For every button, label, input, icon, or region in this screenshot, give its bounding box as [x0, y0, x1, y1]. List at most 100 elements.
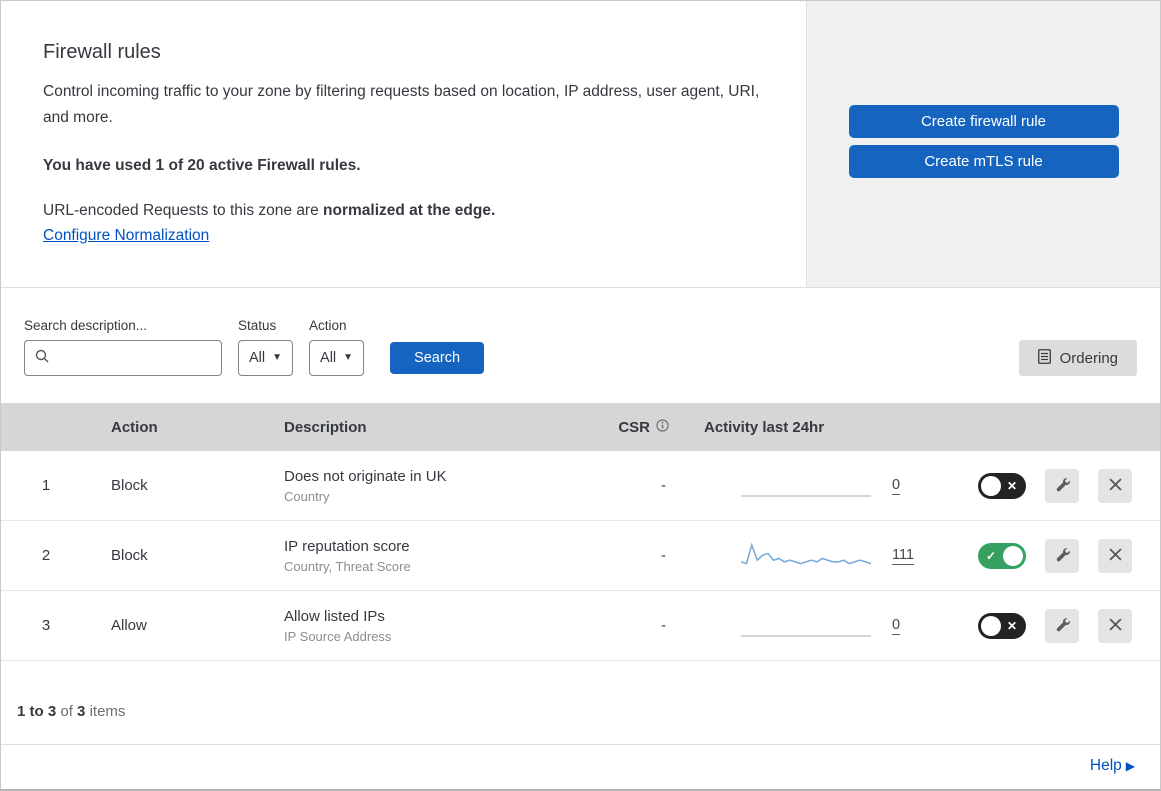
- help-label: Help: [1089, 757, 1122, 774]
- close-icon: [1108, 547, 1122, 564]
- close-icon: [1108, 617, 1122, 634]
- column-csr-label: CSR: [618, 418, 650, 436]
- ordering-button-label: Ordering: [1059, 349, 1118, 367]
- edit-rule-button[interactable]: [1045, 538, 1079, 573]
- list-document-icon: [1037, 348, 1051, 368]
- usage-text: You have used 1 of 20 active Firewall ru…: [43, 156, 361, 174]
- rule-activity-cell: 0: [681, 611, 931, 641]
- rule-enable-toggle[interactable]: ✓: [978, 542, 1026, 569]
- rule-number: 2: [41, 547, 51, 564]
- items-label: items: [89, 703, 126, 720]
- info-icon[interactable]: [656, 418, 669, 436]
- configure-normalization-link[interactable]: Configure Normalization: [43, 227, 209, 244]
- wrench-icon: [1055, 477, 1070, 495]
- status-label: Status: [238, 318, 277, 333]
- table-row: 3 Allow Allow listed IPs IP Source Addre…: [1, 591, 1160, 661]
- chevron-down-icon: ▼: [272, 352, 283, 363]
- rule-fields: Country: [284, 488, 330, 504]
- action-label: Action: [309, 318, 347, 333]
- activity-count-link[interactable]: 0: [892, 616, 901, 636]
- page-title: Firewall rules: [43, 41, 161, 63]
- rule-description: IP reputation score: [284, 537, 410, 555]
- normalization-prefix: URL-encoded Requests to this zone are: [43, 201, 319, 219]
- rule-action: Block: [111, 477, 148, 494]
- wrench-icon: [1055, 547, 1070, 565]
- activity-count-link[interactable]: 111: [892, 546, 915, 566]
- rule-description-cell: Does not originate in UK Country: [266, 468, 591, 504]
- column-activity: Activity last 24hr: [704, 418, 825, 436]
- toggle-state-icon: ✕: [1006, 478, 1017, 493]
- table-row: 1 Block Does not originate in UK Country…: [1, 451, 1160, 521]
- rule-fields: IP Source Address: [284, 628, 392, 644]
- action-dropdown-value: All: [320, 350, 337, 366]
- table-header: Action Description CSR Activity last 24h…: [1, 403, 1160, 451]
- help-link[interactable]: Help ▶: [1090, 757, 1135, 774]
- rule-activity-cell: 111: [681, 541, 931, 571]
- rule-controls: ✕: [931, 468, 1160, 503]
- delete-rule-button[interactable]: [1098, 538, 1132, 573]
- action-dropdown[interactable]: All ▼: [309, 340, 365, 376]
- activity-count-link[interactable]: 0: [892, 476, 901, 496]
- toggle-state-icon: ✓: [986, 548, 997, 563]
- search-label: Search description...: [24, 318, 148, 333]
- create-firewall-rule-button[interactable]: Create firewall rule: [848, 105, 1119, 138]
- firewall-rules-page: Firewall rules Control incoming traffic …: [0, 0, 1161, 791]
- status-dropdown-value: All: [249, 350, 266, 366]
- rule-csr: -: [661, 617, 666, 634]
- status-filter-group: Status All ▼: [238, 318, 294, 376]
- column-action: Action: [111, 418, 158, 436]
- rule-action: Block: [111, 547, 148, 564]
- rule-enable-toggle[interactable]: ✕: [978, 472, 1026, 499]
- normalization-bold: normalized at the edge.: [323, 201, 496, 219]
- items-count: 1 to 3 of 3 items: [1, 661, 1160, 740]
- column-csr: CSR: [591, 419, 681, 436]
- filter-bar: Search description... Status All ▼ Actio…: [1, 288, 1160, 403]
- search-group: Search description...: [24, 318, 222, 376]
- summary-section: Firewall rules Control incoming traffic …: [1, 1, 1160, 288]
- rule-controls: ✓: [931, 538, 1160, 573]
- toggle-knob: [981, 475, 1001, 496]
- rule-csr: -: [661, 477, 666, 494]
- delete-rule-button[interactable]: [1098, 608, 1132, 643]
- activity-sparkline: [741, 494, 871, 497]
- rule-csr: -: [661, 547, 666, 564]
- action-filter-group: Action All ▼: [309, 318, 365, 376]
- rule-activity-cell: 0: [681, 471, 931, 501]
- page-description: Control incoming traffic to your zone by…: [43, 83, 760, 127]
- delete-rule-button[interactable]: [1098, 468, 1132, 503]
- edit-rule-button[interactable]: [1045, 468, 1079, 503]
- ordering-button[interactable]: Ordering: [1018, 340, 1137, 376]
- rule-enable-toggle[interactable]: ✕: [978, 612, 1026, 639]
- chevron-down-icon: ▼: [343, 352, 354, 363]
- search-input-box[interactable]: [24, 340, 222, 376]
- status-dropdown[interactable]: All ▼: [238, 340, 294, 376]
- search-icon: [35, 349, 49, 368]
- rule-description-cell: Allow listed IPs IP Source Address: [266, 608, 591, 644]
- rule-description: Allow listed IPs: [284, 607, 385, 625]
- toggle-knob: [981, 615, 1001, 636]
- search-input[interactable]: [57, 350, 211, 366]
- normalization-text: URL-encoded Requests to this zone are no…: [43, 202, 764, 220]
- rule-action: Allow: [111, 617, 147, 634]
- help-bar: Help ▶: [1, 744, 1160, 789]
- edit-rule-button[interactable]: [1045, 608, 1079, 643]
- arrow-right-icon: ▶: [1125, 759, 1135, 773]
- rule-number: 3: [41, 617, 51, 634]
- activity-sparkline: [741, 634, 871, 637]
- summary-text-panel: Firewall rules Control incoming traffic …: [1, 1, 807, 287]
- rule-description-cell: IP reputation score Country, Threat Scor…: [266, 538, 591, 574]
- items-range: 1 to 3: [17, 703, 57, 720]
- search-button[interactable]: Search: [390, 342, 485, 374]
- close-icon: [1108, 477, 1122, 494]
- rule-number: 1: [41, 477, 51, 494]
- items-of-text: of: [60, 703, 73, 720]
- wrench-icon: [1055, 617, 1070, 635]
- rule-description: Does not originate in UK: [284, 467, 447, 485]
- rule-fields: Country, Threat Score: [284, 558, 411, 574]
- create-mtls-rule-button[interactable]: Create mTLS rule: [848, 145, 1119, 178]
- column-description: Description: [284, 418, 367, 436]
- rule-controls: ✕: [931, 608, 1160, 643]
- table-row: 2 Block IP reputation score Country, Thr…: [1, 521, 1160, 591]
- items-total: 3: [77, 703, 86, 720]
- activity-sparkline: [741, 542, 871, 565]
